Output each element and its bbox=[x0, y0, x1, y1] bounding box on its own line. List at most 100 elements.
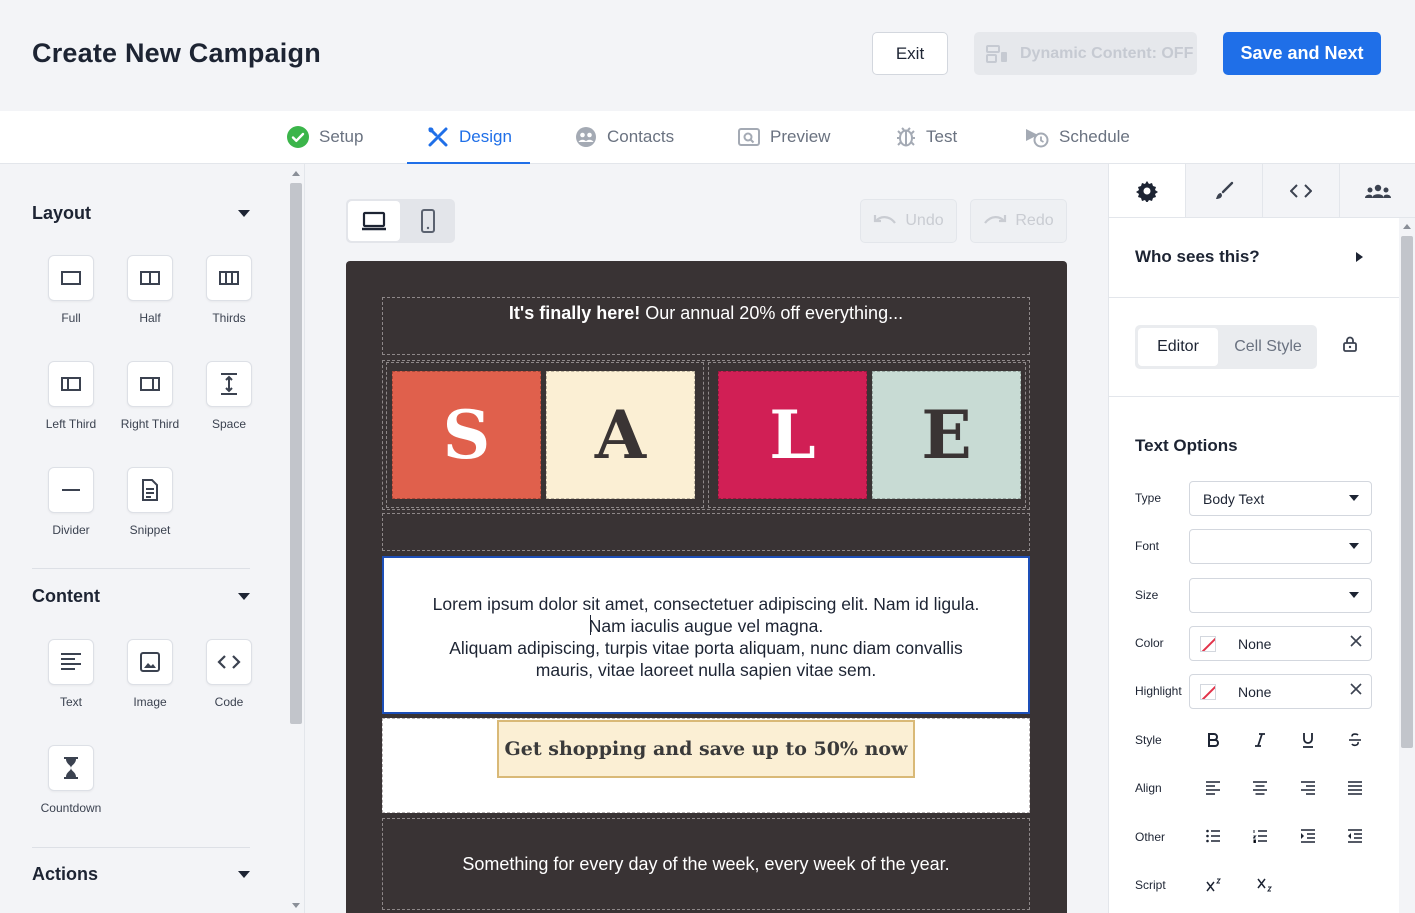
tool-label: Full bbox=[61, 311, 81, 325]
sale-tile-s[interactable]: S bbox=[392, 371, 541, 499]
layout-divider[interactable]: Divider bbox=[31, 467, 111, 537]
preview-icon bbox=[738, 127, 760, 147]
content-countdown[interactable]: Countdown bbox=[31, 745, 111, 815]
scrollbar-thumb[interactable] bbox=[290, 183, 302, 724]
contacts-icon bbox=[575, 126, 597, 148]
editor-tab[interactable]: Editor bbox=[1138, 328, 1218, 366]
layout-snippet[interactable]: Snippet bbox=[110, 467, 190, 537]
redo-button[interactable]: Redo bbox=[970, 199, 1067, 243]
sale-tile-l[interactable]: L bbox=[718, 371, 867, 499]
right-scrollbar[interactable] bbox=[1399, 218, 1415, 913]
space-icon bbox=[206, 361, 252, 407]
tool-label: Code bbox=[214, 695, 244, 709]
size-select[interactable] bbox=[1189, 578, 1372, 613]
layout-section-header[interactable]: Layout bbox=[32, 203, 250, 224]
text-options-title: Text Options bbox=[1135, 436, 1238, 455]
body-text-line: mauris, vitae laoreet nulla sapien vitae… bbox=[535, 660, 877, 680]
scrollbar-thumb[interactable] bbox=[1401, 236, 1413, 748]
tab-code[interactable] bbox=[1263, 164, 1340, 217]
clear-icon[interactable] bbox=[1350, 635, 1362, 647]
type-select[interactable]: Body Text bbox=[1189, 481, 1372, 516]
sale-tile-a[interactable]: A bbox=[546, 371, 695, 499]
content-code[interactable]: Code bbox=[189, 639, 269, 709]
tool-label: Countdown bbox=[40, 801, 102, 815]
layout-thirds[interactable]: Thirds bbox=[189, 255, 269, 325]
lock-icon[interactable] bbox=[1343, 336, 1357, 352]
chevron-down-icon bbox=[1349, 495, 1359, 501]
scroll-down-icon[interactable] bbox=[292, 903, 300, 908]
tab-label: Schedule bbox=[1059, 127, 1130, 146]
bold-icon[interactable] bbox=[1189, 730, 1237, 750]
intro-text-block[interactable]: It's finally here! Our annual 20% off ev… bbox=[382, 297, 1030, 355]
cell-style-tab[interactable]: Cell Style bbox=[1225, 328, 1311, 366]
tab-test[interactable]: Test bbox=[896, 111, 957, 163]
tool-label: Right Third bbox=[120, 417, 180, 431]
hourglass-icon bbox=[48, 745, 94, 791]
bullet-list-icon[interactable] bbox=[1189, 826, 1237, 846]
highlight-label: Highlight bbox=[1135, 684, 1182, 698]
left-scrollbar[interactable] bbox=[288, 168, 304, 913]
spacer-block[interactable] bbox=[382, 513, 1030, 551]
footer-text-block[interactable]: Something for every day of the week, eve… bbox=[382, 818, 1030, 910]
cta-button[interactable]: Get shopping and save up to 50% now bbox=[497, 720, 915, 778]
text-cursor bbox=[590, 615, 591, 635]
align-justify-icon[interactable] bbox=[1332, 778, 1380, 798]
no-color-swatch-icon bbox=[1200, 683, 1216, 700]
design-tools-icon bbox=[427, 126, 449, 148]
layout-full[interactable]: Full bbox=[31, 255, 111, 325]
scroll-up-icon[interactable] bbox=[1403, 224, 1411, 229]
superscript-icon[interactable] bbox=[1189, 875, 1240, 895]
scroll-up-icon[interactable] bbox=[292, 171, 300, 176]
body-text-block[interactable]: Lorem ipsum dolor sit amet, consectetuer… bbox=[382, 556, 1030, 714]
tab-label: Test bbox=[926, 127, 958, 146]
tab-design[interactable]: Design bbox=[407, 111, 530, 164]
tool-label: Text bbox=[59, 695, 82, 709]
tab-schedule[interactable]: Schedule bbox=[1025, 111, 1130, 163]
layout-right-third[interactable]: Right Third bbox=[110, 361, 190, 431]
underline-icon[interactable] bbox=[1284, 730, 1332, 750]
color-picker[interactable]: None bbox=[1189, 626, 1372, 661]
save-and-next-button[interactable]: Save and Next bbox=[1223, 32, 1381, 75]
numbered-list-icon[interactable] bbox=[1237, 826, 1285, 846]
dynamic-content-button[interactable]: Dynamic Content: OFF bbox=[974, 32, 1197, 75]
exit-button[interactable]: Exit bbox=[872, 32, 948, 75]
step-tabs: Setup Design Contacts Preview Test Sched… bbox=[0, 111, 1415, 164]
clear-icon[interactable] bbox=[1350, 683, 1362, 695]
actions-section-header[interactable]: Actions bbox=[32, 864, 250, 885]
divider bbox=[1109, 297, 1399, 298]
properties-panel: Who sees this? Editor Cell Style Text Op… bbox=[1108, 164, 1415, 913]
divider-icon bbox=[48, 467, 94, 513]
content-image[interactable]: Image bbox=[110, 639, 190, 709]
undo-button[interactable]: Undo bbox=[860, 199, 957, 243]
font-select[interactable] bbox=[1189, 529, 1372, 564]
outdent-icon[interactable] bbox=[1332, 826, 1380, 846]
italic-icon[interactable] bbox=[1237, 730, 1285, 750]
tab-style[interactable] bbox=[1186, 164, 1263, 217]
align-left-icon[interactable] bbox=[1189, 778, 1237, 798]
desktop-view-button[interactable] bbox=[348, 201, 400, 241]
color-label: Color bbox=[1135, 636, 1164, 650]
chevron-right-icon[interactable] bbox=[1356, 252, 1363, 262]
highlight-picker[interactable]: None bbox=[1189, 674, 1372, 709]
mobile-view-button[interactable] bbox=[402, 201, 453, 241]
tab-label: Preview bbox=[770, 127, 831, 146]
content-text[interactable]: Text bbox=[31, 639, 111, 709]
align-center-icon[interactable] bbox=[1237, 778, 1285, 798]
tab-setup[interactable]: Setup bbox=[287, 111, 363, 163]
content-section-header[interactable]: Content bbox=[32, 586, 250, 607]
layout-left-third[interactable]: Left Third bbox=[31, 361, 111, 431]
strikethrough-icon[interactable] bbox=[1332, 730, 1380, 750]
sale-tile-e[interactable]: E bbox=[872, 371, 1021, 499]
layout-half[interactable]: Half bbox=[110, 255, 190, 325]
layout-space[interactable]: Space bbox=[189, 361, 269, 431]
who-sees-this-title[interactable]: Who sees this? bbox=[1135, 247, 1260, 267]
indent-icon[interactable] bbox=[1284, 826, 1332, 846]
subscript-icon[interactable] bbox=[1240, 875, 1291, 895]
tab-preview[interactable]: Preview bbox=[738, 111, 830, 163]
align-right-icon[interactable] bbox=[1284, 778, 1332, 798]
mobile-icon bbox=[420, 209, 435, 233]
tab-contacts[interactable]: Contacts bbox=[575, 111, 674, 163]
chevron-down-icon bbox=[238, 210, 250, 217]
tab-audience[interactable] bbox=[1340, 164, 1415, 217]
tab-settings[interactable] bbox=[1109, 164, 1186, 217]
